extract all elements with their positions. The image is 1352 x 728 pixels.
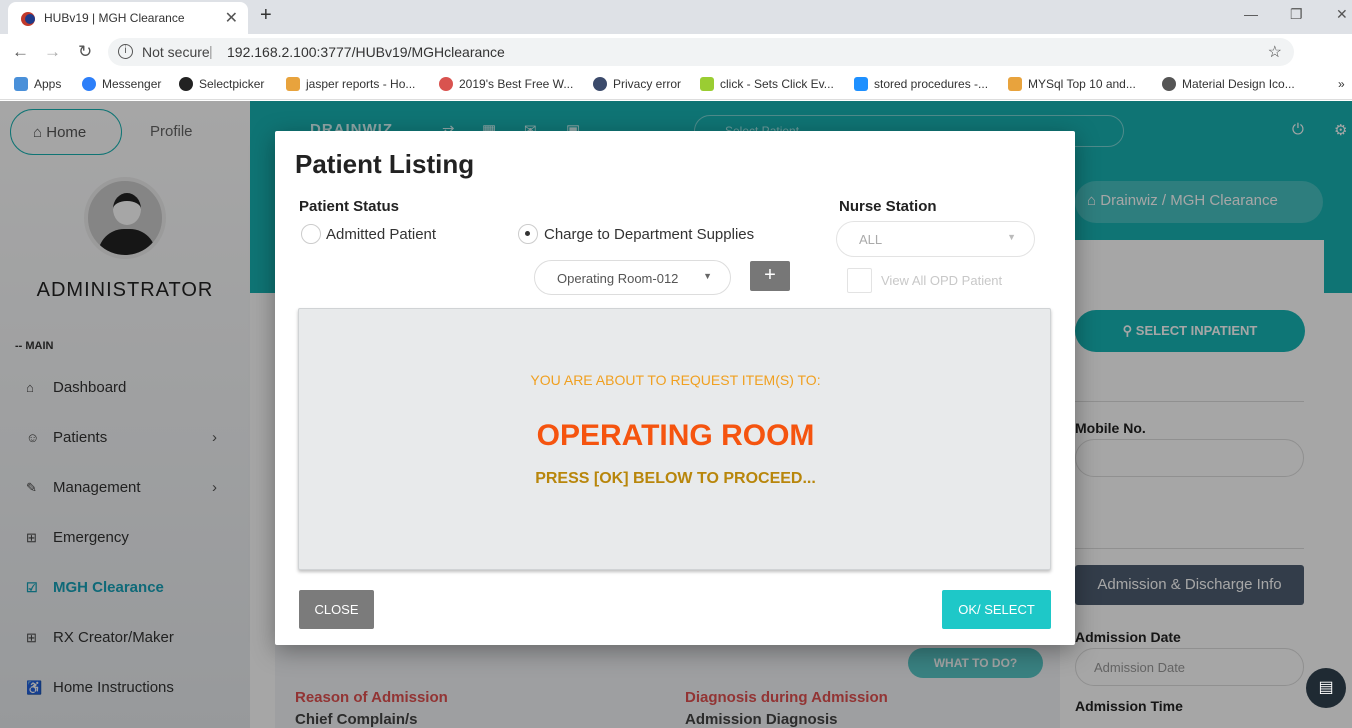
- view-opd-label: View All OPD Patient: [881, 273, 1003, 288]
- reload-icon[interactable]: ↻: [78, 42, 92, 62]
- not-secure-label: Not secure: [142, 44, 210, 60]
- forward-icon[interactable]: →: [44, 42, 61, 62]
- bookmark-item[interactable]: Privacy error: [593, 77, 681, 91]
- add-button[interactable]: +: [750, 261, 790, 291]
- bookmark-item[interactable]: Material Design Ico...: [1162, 77, 1295, 91]
- tab-title: HUBv19 | MGH Clearance: [44, 11, 185, 25]
- charge-department-label[interactable]: Charge to Department Supplies: [544, 226, 754, 243]
- request-message-intro: YOU ARE ABOUT TO REQUEST ITEM(S) TO:: [530, 372, 821, 388]
- request-target: OPERATING ROOM: [536, 419, 815, 452]
- minimize-icon[interactable]: —: [1244, 6, 1258, 22]
- address-bar-row: ← → ↻ i Not secure | 192.168.2.100:3777/…: [0, 34, 1352, 96]
- close-button[interactable]: CLOSE: [299, 590, 374, 629]
- charge-department-radio[interactable]: [518, 224, 538, 244]
- admitted-patient-radio[interactable]: [301, 224, 321, 244]
- restore-icon[interactable]: ❐: [1290, 6, 1303, 23]
- admitted-patient-label[interactable]: Admitted Patient: [326, 226, 436, 243]
- nurse-station-label: Nurse Station: [839, 198, 937, 215]
- browser-tab-bar: HUBv19 | MGH Clearance ✕ + — ❐ ✕: [0, 0, 1352, 34]
- more-bookmarks-icon[interactable]: »: [1338, 77, 1345, 91]
- patient-status-label: Patient Status: [299, 198, 400, 215]
- bookmark-item[interactable]: MYSql Top 10 and...: [1008, 77, 1136, 91]
- request-message-panel: YOU ARE ABOUT TO REQUEST ITEM(S) TO: OPE…: [298, 308, 1051, 570]
- patient-listing-modal: Patient Listing Patient Status Admitted …: [275, 131, 1075, 645]
- bookmark-item[interactable]: Selectpicker: [179, 77, 264, 91]
- view-opd-checkbox[interactable]: [847, 268, 872, 293]
- bookmark-item[interactable]: 2019's Best Free W...: [439, 77, 573, 91]
- bookmark-item[interactable]: click - Sets Click Ev...: [700, 77, 834, 91]
- nurse-station-select[interactable]: ALL ▼: [836, 221, 1035, 257]
- modal-title: Patient Listing: [295, 149, 475, 179]
- caret-down-icon: ▼: [703, 271, 712, 281]
- favicon-icon: [21, 12, 35, 26]
- new-tab-icon[interactable]: +: [260, 4, 272, 27]
- browser-tab[interactable]: HUBv19 | MGH Clearance ✕: [8, 2, 248, 34]
- url-separator: |: [209, 43, 213, 59]
- ok-select-button[interactable]: OK/ SELECT: [942, 590, 1051, 629]
- caret-down-icon: ▼: [1007, 232, 1016, 242]
- close-tab-icon[interactable]: ✕: [225, 8, 238, 28]
- bookmark-item[interactable]: jasper reports - Ho...: [286, 77, 415, 91]
- request-instruction: PRESS [OK] BELOW TO PROCEED...: [535, 470, 816, 487]
- url-text[interactable]: 192.168.2.100:3777/HUBv19/MGHclearance: [227, 44, 505, 60]
- department-select[interactable]: Operating Room-012 ▼: [534, 260, 731, 295]
- url-bar[interactable]: i Not secure | 192.168.2.100:3777/HUBv19…: [108, 38, 1294, 66]
- bookmark-item[interactable]: Apps: [14, 77, 61, 91]
- bookmarks-bar: Apps Messenger Selectpicker jasper repor…: [0, 70, 1352, 100]
- close-window-icon[interactable]: ✕: [1336, 6, 1348, 23]
- bookmark-star-icon[interactable]: ☆: [1268, 42, 1282, 62]
- info-icon[interactable]: i: [118, 44, 133, 59]
- bookmark-item[interactable]: Messenger: [82, 77, 161, 91]
- back-icon[interactable]: ←: [12, 42, 29, 62]
- bookmark-item[interactable]: stored procedures -...: [854, 77, 988, 91]
- chat-bubble-icon[interactable]: ▤: [1306, 668, 1346, 708]
